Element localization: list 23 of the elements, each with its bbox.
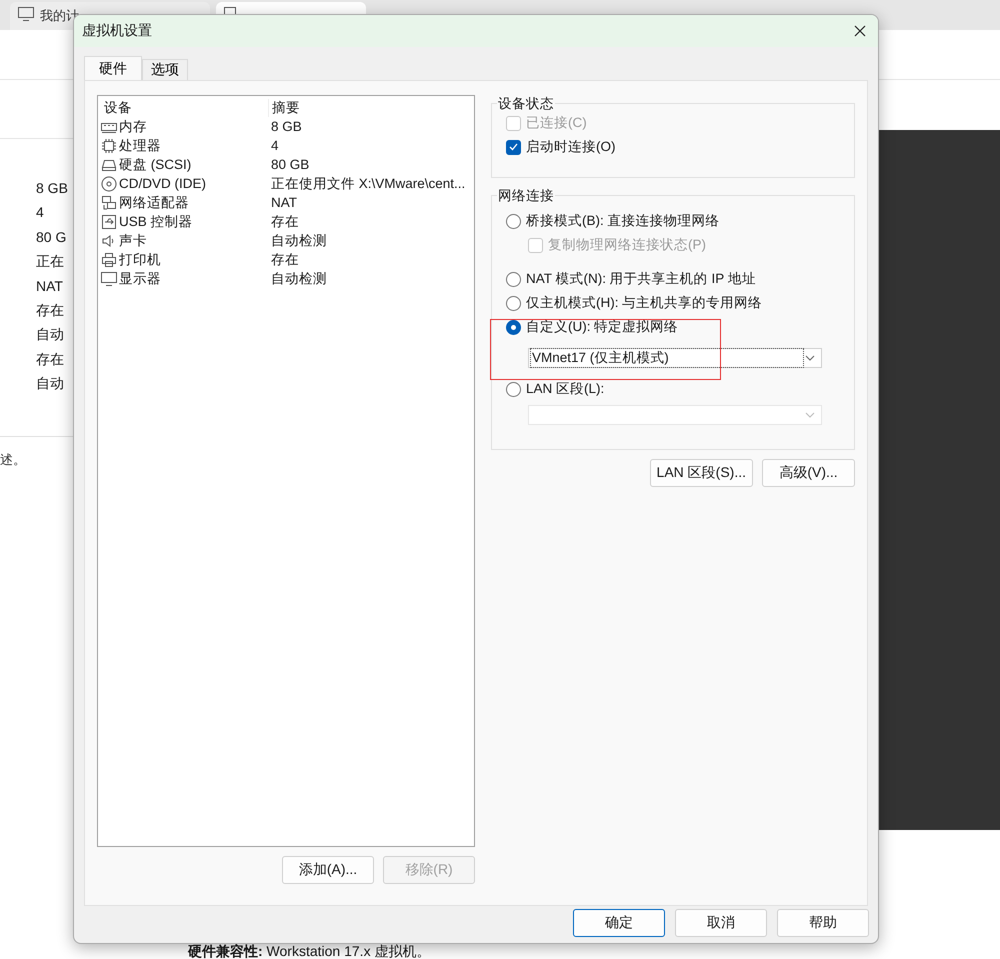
summary-cell-text: 4 bbox=[270, 138, 280, 153]
dialog-title: 虚拟机设置 bbox=[82, 22, 152, 40]
summary-cell-text: 存在 bbox=[270, 212, 300, 230]
summary-value: 自动 bbox=[36, 374, 65, 394]
compatibility-text: 硬件兼容性: Workstation 17.x 虚拟机。 bbox=[188, 943, 430, 959]
summary-value: 自动 bbox=[36, 325, 65, 344]
summary-cell-text: 8 GB bbox=[270, 119, 303, 134]
summary-value: 80 G bbox=[36, 228, 68, 247]
summary-value: 4 bbox=[36, 203, 45, 222]
summary-value: 存在 bbox=[36, 301, 65, 320]
summary-cell-text: 自动检测 bbox=[270, 270, 328, 288]
summary-cell-text: 正在使用文件 X:\VMware\cent... bbox=[270, 174, 466, 192]
group-title: 网络连接 bbox=[497, 187, 555, 205]
summary-value: 存在 bbox=[36, 350, 65, 369]
group-title: 设备状态 bbox=[497, 95, 555, 113]
summary-cell-text: 存在 bbox=[270, 250, 300, 268]
description-text: 述。 bbox=[0, 451, 27, 469]
summary-cell-text: 自动检测 bbox=[270, 232, 328, 250]
summary-cell-text: NAT bbox=[270, 195, 298, 210]
summary-value: 8 GB bbox=[36, 179, 69, 198]
summary-value: 正在 bbox=[36, 252, 65, 272]
summary-value: NAT bbox=[36, 276, 64, 296]
summary-cell-text: 80 GB bbox=[270, 157, 310, 172]
